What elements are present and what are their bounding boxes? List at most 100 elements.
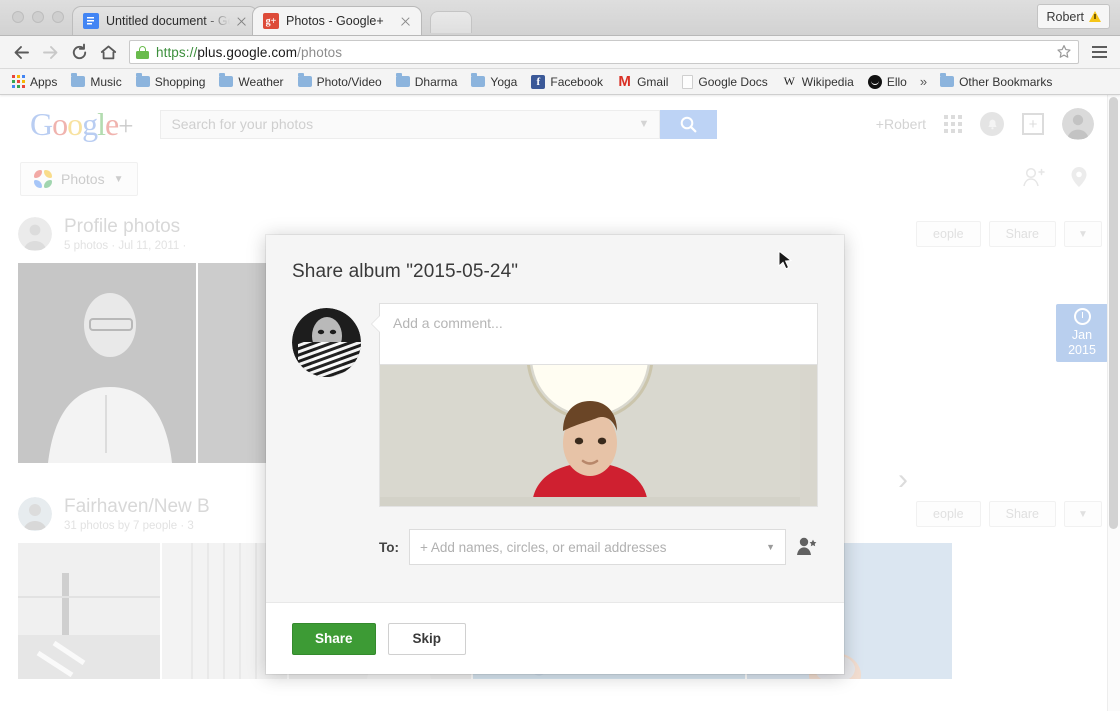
window-controls[interactable] [8,0,72,35]
comment-input[interactable]: Add a comment... [379,303,818,365]
recipients-placeholder: + Add names, circles, or email addresses [420,540,667,555]
bookmark-label: Shopping [155,75,206,89]
bookmark-weather[interactable]: Weather [213,73,289,91]
bookmark-ello[interactable]: Ello [862,73,913,91]
dialog-title: Share album "2015-05-24" [266,235,844,283]
apps-grid-icon[interactable] [944,115,962,133]
recipients-input[interactable]: + Add names, circles, or email addresses… [409,529,786,565]
chevron-right-icon[interactable]: › [898,463,908,497]
avatar[interactable] [1062,108,1094,140]
folder-icon [71,76,85,87]
close-window-button[interactable] [12,11,24,23]
clock-icon [1074,308,1091,325]
maximize-window-button[interactable] [52,11,64,23]
search-area: Search for your photos ▼ [160,110,717,139]
page-scrollbar-thumb[interactable] [1109,97,1118,529]
facebook-icon: f [531,75,545,89]
tab-photos-google-plus[interactable]: g+ Photos - Google+ [252,6,422,35]
bookmark-google-docs[interactable]: Google Docs [676,73,773,91]
url-host: plus.google.com [197,45,297,60]
nav-photos-label: Photos [61,171,105,187]
add-people-icon[interactable] [1022,166,1046,193]
address-bar[interactable]: https://plus.google.com/photos [129,40,1079,64]
add-person-icon[interactable] [796,536,818,558]
bookmark-label: Weather [238,75,283,89]
search-input[interactable]: Search for your photos ▼ [160,110,660,139]
search-button[interactable] [660,110,717,139]
add-share-icon[interactable]: + [1022,113,1044,135]
share-button[interactable]: Share [292,623,376,655]
gplus-logo[interactable]: Google+ [30,106,132,143]
chevron-down-icon[interactable]: ▼ [114,174,124,185]
bookmark-label: Gmail [637,75,668,89]
skip-button[interactable]: Skip [388,623,467,655]
album-meta: Fairhaven/New B 31 photos by 7 people · … [64,496,210,532]
gplus-subheader-actions [1022,165,1100,194]
chevron-down-icon[interactable]: ▼ [639,118,650,130]
bookmark-photo-video[interactable]: Photo/Video [292,73,388,91]
reload-icon[interactable] [66,39,93,66]
chevron-down-icon: ▼ [1078,509,1088,520]
warning-triangle-icon [1089,11,1101,22]
bookmarks-overflow-button[interactable]: » [915,72,932,91]
album-people-button[interactable]: eople [916,221,981,247]
album-share-button[interactable]: Share [989,221,1056,247]
shared-photo-preview[interactable] [379,365,818,507]
home-icon[interactable] [95,39,122,66]
bookmark-music[interactable]: Music [65,73,127,91]
date-badge-month: Jan [1072,328,1092,343]
new-tab-button[interactable] [430,11,472,33]
bookmark-shopping[interactable]: Shopping [130,73,212,91]
bookmark-other-bookmarks[interactable]: Other Bookmarks [934,73,1058,91]
url-path: /photos [297,45,342,60]
location-pin-icon[interactable] [1068,165,1090,194]
bookmark-dharma[interactable]: Dharma [390,73,464,91]
ello-icon [868,75,882,89]
star-icon[interactable] [1056,44,1072,60]
lock-icon [136,46,149,59]
chevron-down-icon: ▼ [1078,229,1088,240]
tab-strip: Untitled document - Goog g+ Photos - Goo… [0,0,1120,36]
browser-profile-chip[interactable]: Robert [1037,4,1110,29]
bookmark-label: Apps [30,75,57,89]
date-badge-year: 2015 [1068,343,1096,358]
bell-icon[interactable] [980,112,1004,136]
bookmark-apps[interactable]: Apps [6,73,63,91]
bookmark-label: Dharma [415,75,458,89]
hamburger-menu-icon[interactable] [1086,39,1112,65]
album-more-button[interactable]: ▼ [1064,501,1102,527]
album-people-button[interactable]: eople [916,501,981,527]
bookmark-gmail[interactable]: M Gmail [611,73,674,91]
back-arrow-icon[interactable] [8,39,35,66]
tab-untitled-document[interactable]: Untitled document - Goog [72,6,258,35]
page-content: Google+ Search for your photos ▼ +Robert… [0,95,1120,711]
gplus-profile-link[interactable]: +Robert [876,116,926,132]
forward-arrow-icon [37,39,64,66]
close-icon[interactable] [234,14,249,29]
to-label: To: [379,540,399,555]
photo-thumbnail[interactable] [18,543,160,679]
bookmark-yoga[interactable]: Yoga [465,73,523,91]
date-badge[interactable]: Jan 2015 [1056,304,1108,362]
album-share-button[interactable]: Share [989,501,1056,527]
album-more-button[interactable]: ▼ [1064,221,1102,247]
bookmark-label: Music [90,75,121,89]
avatar [292,308,361,377]
bookmark-wikipedia[interactable]: W Wikipedia [776,73,860,91]
nav-photos-dropdown[interactable]: Photos ▼ [20,162,138,196]
folder-icon [940,76,954,87]
dialog-body: Add a comment... [266,283,844,565]
chevron-down-icon[interactable]: ▼ [766,542,775,552]
browser-window: Untitled document - Goog g+ Photos - Goo… [0,0,1120,711]
document-icon [682,75,693,89]
bookmark-facebook[interactable]: f Facebook [525,73,609,91]
avatar [18,217,52,251]
folder-icon [396,76,410,87]
url-text: https://plus.google.com/photos [156,45,342,60]
minimize-window-button[interactable] [32,11,44,23]
photo-thumbnail[interactable] [18,263,196,463]
close-icon[interactable] [398,14,413,29]
album-meta: Profile photos 5 photos · Jul 11, 2011 · [64,216,186,252]
gplus-subheader: Photos ▼ [0,153,1120,205]
bookmarks-bar: Apps Music Shopping Weather Photo/Video … [0,69,1120,95]
